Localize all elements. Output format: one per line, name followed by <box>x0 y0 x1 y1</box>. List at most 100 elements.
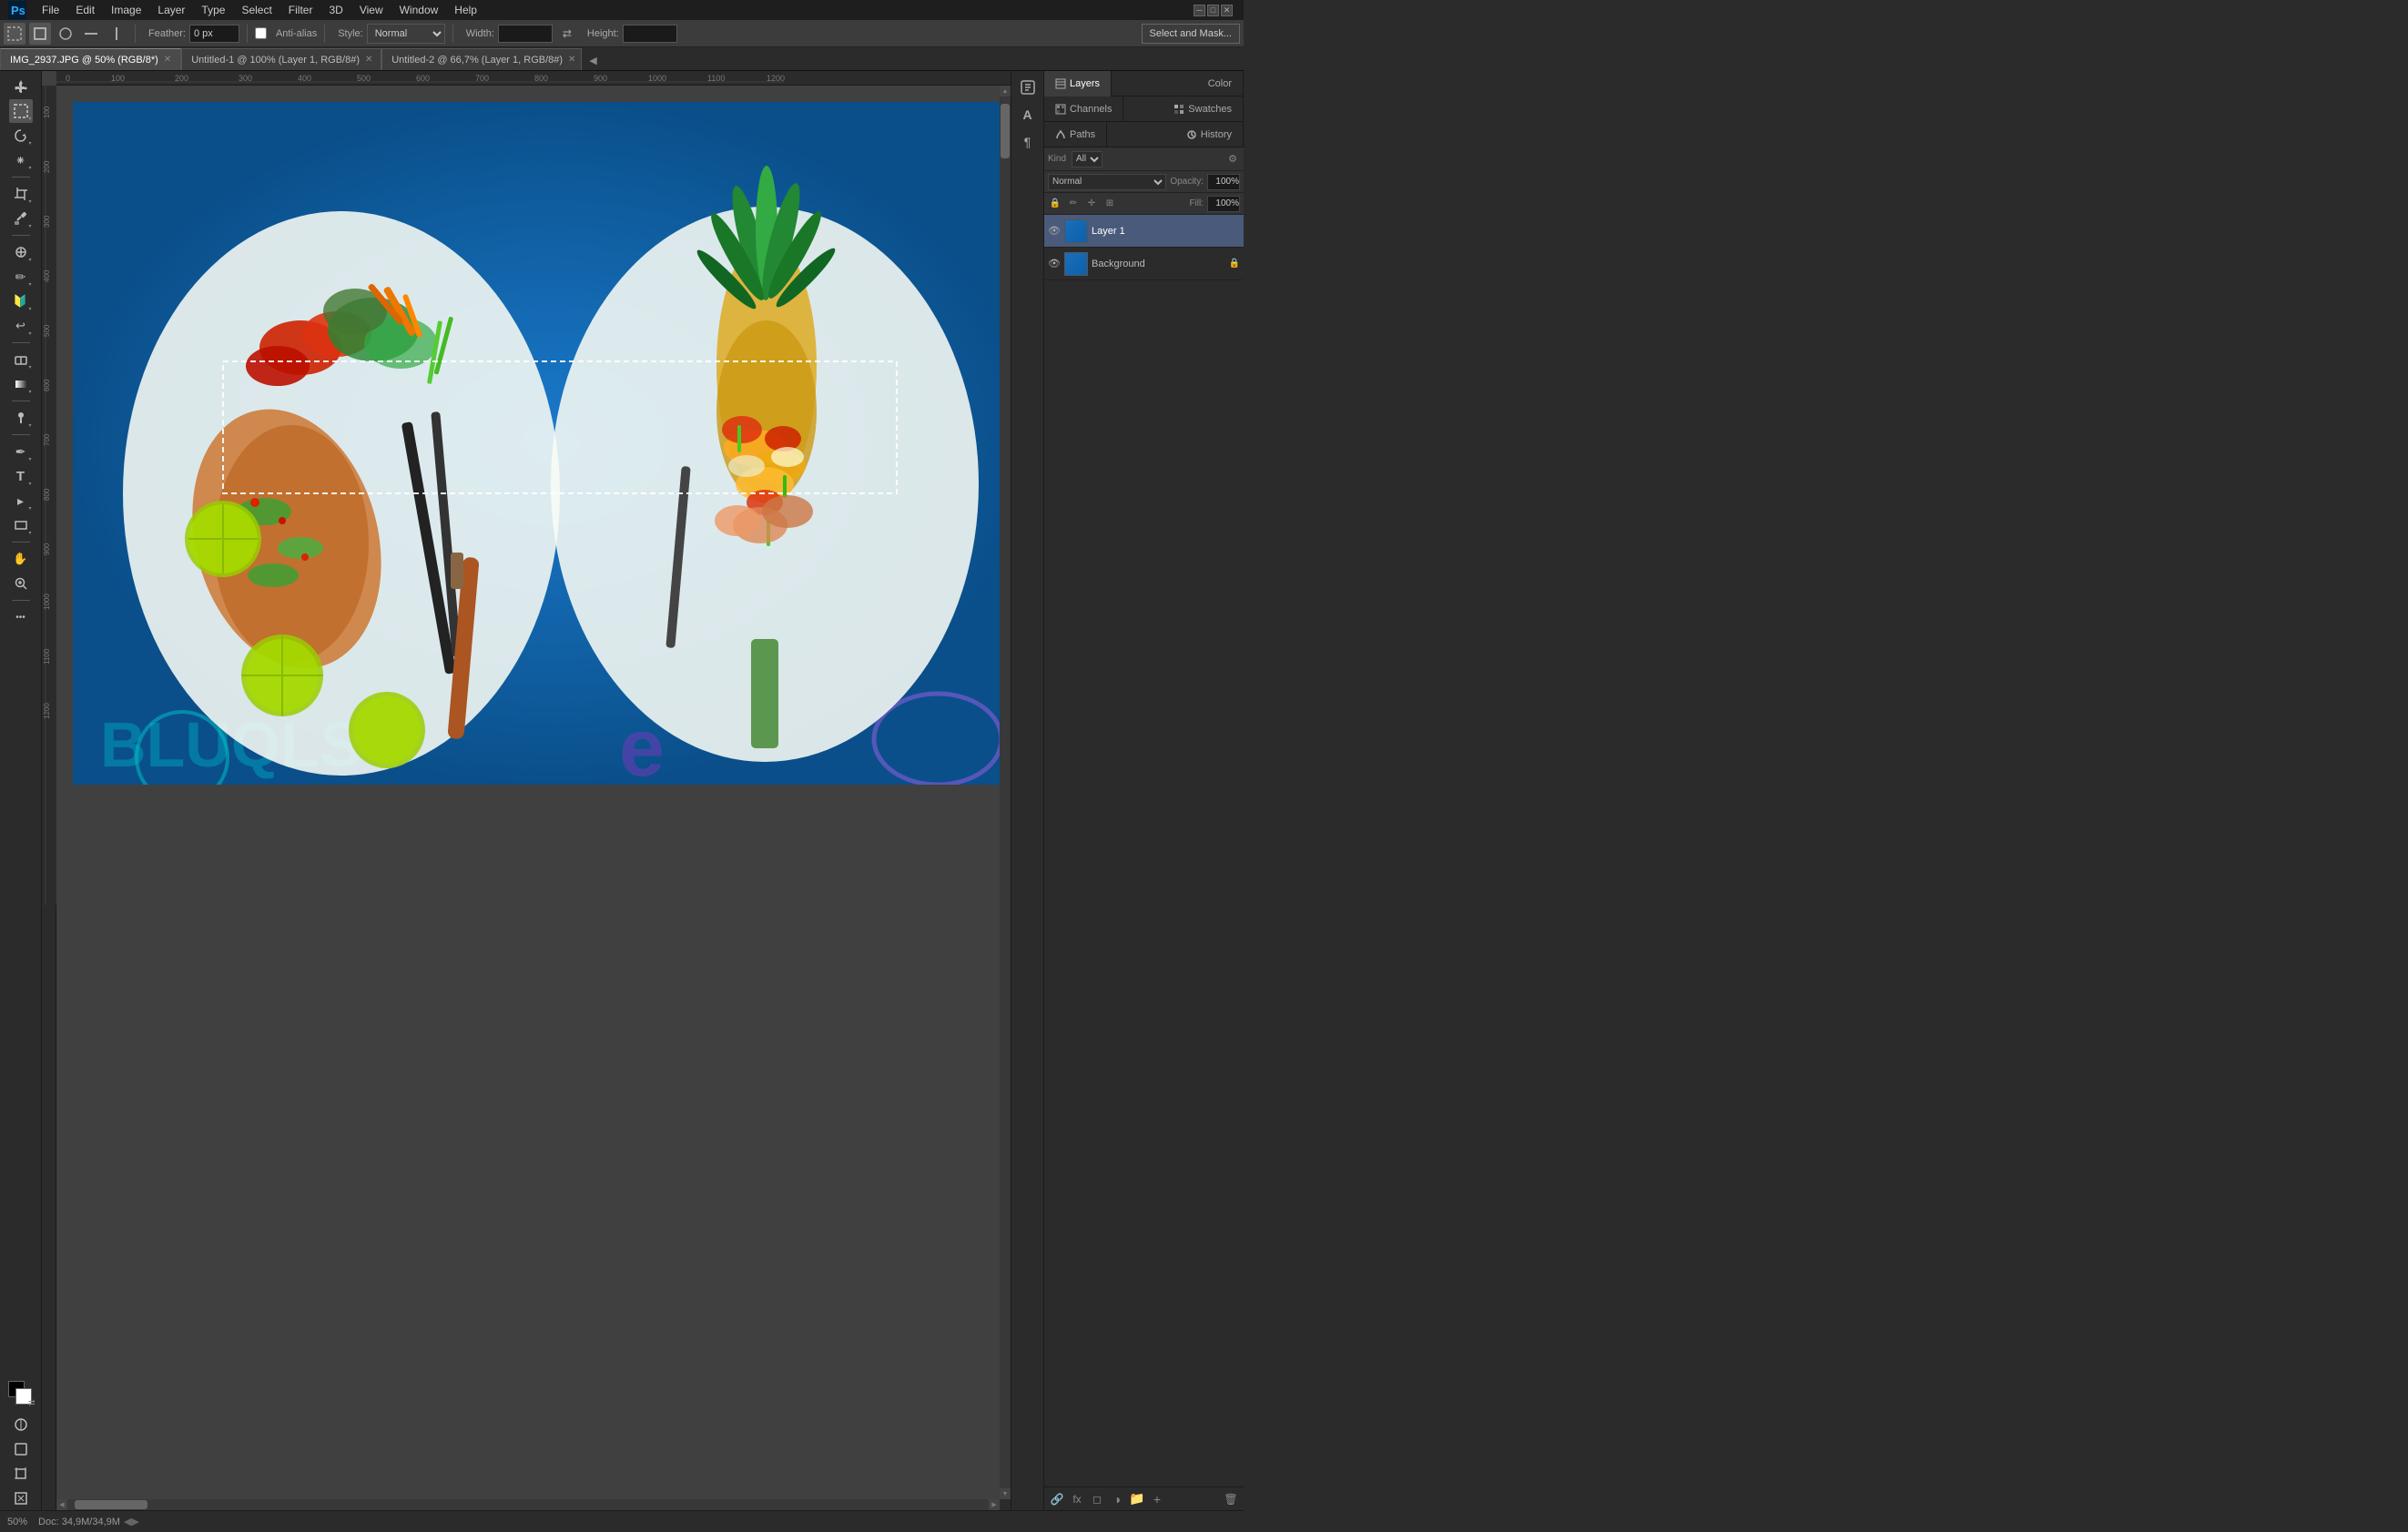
menu-filter[interactable]: Filter <box>281 2 320 18</box>
brush-tool[interactable]: ✏ <box>9 265 33 289</box>
crop-tool[interactable] <box>9 182 33 206</box>
layer-row-bg[interactable]: 👁 Background 🔒 <box>1044 248 1244 280</box>
pen-tool[interactable]: ✒ <box>9 440 33 463</box>
add-style-btn[interactable]: fx <box>1068 1490 1086 1508</box>
artboard-tool[interactable] <box>9 1462 33 1486</box>
width-input[interactable] <box>498 25 553 43</box>
quick-mask-toggle[interactable] <box>9 1413 33 1436</box>
screen-mode-toggle[interactable] <box>9 1437 33 1461</box>
single-col-marquee-btn[interactable] <box>106 23 127 45</box>
scroll-down-btn[interactable]: ▼ <box>1000 1488 1011 1499</box>
color-tab[interactable]: Color <box>1197 71 1244 96</box>
eye-icon-0[interactable]: 👁 <box>1048 225 1061 238</box>
doc-info-container[interactable]: Doc: 34,9M/34,9M ◀▶ <box>38 1516 139 1527</box>
close-tab-2[interactable]: ✕ <box>568 55 575 65</box>
ellipse-marquee-btn[interactable] <box>55 23 76 45</box>
single-row-marquee-btn[interactable] <box>80 23 102 45</box>
horizontal-scrollbar[interactable]: ◀ ▶ <box>56 1499 1000 1510</box>
menu-help[interactable]: Help <box>447 2 484 18</box>
layer-name-bg[interactable]: Background <box>1092 259 1145 269</box>
h-scroll-thumb[interactable] <box>75 1500 147 1509</box>
frame-tool[interactable] <box>9 1486 33 1510</box>
healing-brush-tool[interactable] <box>9 240 33 264</box>
paragraph-icon[interactable]: ¶ <box>1015 129 1041 155</box>
zoom-tool[interactable] <box>9 572 33 595</box>
v-scroll-thumb[interactable] <box>1001 104 1010 158</box>
lock-artboard-icon[interactable]: ⊞ <box>1102 197 1117 211</box>
move-tool[interactable]: ✛ <box>9 75 33 98</box>
close-tab-0[interactable]: ✕ <box>164 55 171 65</box>
properties-icon[interactable] <box>1015 75 1041 100</box>
shape-tool[interactable] <box>9 513 33 537</box>
vertical-scrollbar[interactable]: ▲ ▼ <box>1000 86 1011 1499</box>
menu-edit[interactable]: Edit <box>68 2 102 18</box>
layers-list[interactable]: 👁 Layer 1 👁 Background 🔒 <box>1044 215 1244 1486</box>
close-tab-1[interactable]: ✕ <box>365 55 372 65</box>
lasso-tool[interactable] <box>9 124 33 147</box>
doc-tab-2[interactable]: Untitled-2 @ 66,7% (Layer 1, RGB/8#) ✕ <box>381 48 582 70</box>
lock-position-icon[interactable]: ✛ <box>1084 197 1099 211</box>
new-adjustment-btn[interactable]: ◑ <box>1108 1490 1126 1508</box>
menu-3d[interactable]: 3D <box>321 2 350 18</box>
new-layer-btn[interactable]: + <box>1148 1490 1166 1508</box>
delete-layer-btn[interactable]: 🗑 <box>1222 1490 1240 1508</box>
menu-layer[interactable]: Layer <box>150 2 192 18</box>
eraser-tool[interactable] <box>9 348 33 371</box>
lock-all-icon[interactable]: 🔒 <box>1048 197 1062 211</box>
magic-wand-tool[interactable]: ⁕ <box>9 148 33 172</box>
menu-select[interactable]: Select <box>234 2 279 18</box>
style-select[interactable]: Normal Fixed Ratio Fixed Size <box>367 24 445 44</box>
layers-tab[interactable]: Layers <box>1044 71 1112 96</box>
hand-tool[interactable]: ✋ <box>9 547 33 571</box>
marquee-tool[interactable] <box>9 99 33 123</box>
channels-tab[interactable]: Channels <box>1044 96 1123 122</box>
maximize-button[interactable]: □ <box>1207 5 1219 16</box>
text-properties-icon[interactable]: A <box>1015 102 1041 127</box>
minimize-button[interactable]: ─ <box>1194 5 1205 16</box>
history-tab[interactable]: History <box>1175 122 1244 147</box>
path-selection-tool[interactable]: ▸ <box>9 489 33 512</box>
dodge-tool[interactable] <box>9 406 33 430</box>
fill-input[interactable] <box>1207 196 1240 212</box>
type-tool[interactable]: T <box>9 464 33 488</box>
height-input[interactable] <box>623 25 677 43</box>
history-brush-tool[interactable]: ↩ <box>9 314 33 338</box>
layer-row-0[interactable]: 👁 Layer 1 <box>1044 215 1244 248</box>
doc-tab-0[interactable]: IMG_2937.JPG @ 50% (RGB/8*) ✕ <box>0 48 181 70</box>
paths-tab[interactable]: Paths <box>1044 122 1107 147</box>
color-picker[interactable]: ⇄ <box>6 1379 36 1408</box>
swap-dimensions-btn[interactable]: ⇄ <box>556 23 578 45</box>
menu-type[interactable]: Type <box>194 2 232 18</box>
swatches-tab[interactable]: Swatches <box>1163 96 1244 122</box>
canvas-content[interactable]: BLUQLS e <box>56 86 1011 1510</box>
link-layers-btn[interactable]: 🔗 <box>1048 1490 1066 1508</box>
gradient-tool[interactable] <box>9 372 33 396</box>
clone-stamp-tool[interactable]: 🔰 <box>9 289 33 313</box>
scroll-right-btn[interactable]: ▶ <box>989 1499 1000 1510</box>
eyedropper-tool[interactable] <box>9 207 33 230</box>
filter-icon[interactable]: ⚙ <box>1225 152 1240 167</box>
doc-tab-1[interactable]: Untitled-1 @ 100% (Layer 1, RGB/8#) ✕ <box>181 48 381 70</box>
menu-image[interactable]: Image <box>104 2 148 18</box>
menu-file[interactable]: File <box>35 2 66 18</box>
menu-view[interactable]: View <box>352 2 391 18</box>
add-mask-btn[interactable]: ◻ <box>1088 1490 1106 1508</box>
menu-window[interactable]: Window <box>392 2 446 18</box>
scroll-left-btn[interactable]: ◀ <box>56 1499 67 1510</box>
more-tools[interactable]: ••• <box>9 605 33 629</box>
collapse-panel-btn[interactable]: ◀ <box>582 51 604 70</box>
select-mask-button[interactable]: Select and Mask... <box>1142 24 1241 44</box>
new-group-btn[interactable]: 📁 <box>1128 1490 1146 1508</box>
scroll-up-btn[interactable]: ▲ <box>1000 86 1011 96</box>
rect-marquee-btn[interactable] <box>29 23 51 45</box>
feather-input[interactable] <box>189 25 239 43</box>
close-button[interactable]: ✕ <box>1221 5 1233 16</box>
blend-mode-select[interactable]: Normal Multiply Screen <box>1048 174 1166 190</box>
lock-pixels-icon[interactable]: ✏ <box>1066 197 1081 211</box>
eye-icon-bg[interactable]: 👁 <box>1048 258 1061 270</box>
layer-name-0[interactable]: Layer 1 <box>1092 226 1125 237</box>
anti-alias-checkbox[interactable] <box>255 27 267 39</box>
layer-type-filter[interactable]: All <box>1072 151 1102 167</box>
opacity-input[interactable] <box>1207 174 1240 190</box>
swap-colors-icon[interactable]: ⇄ <box>28 1398 36 1408</box>
